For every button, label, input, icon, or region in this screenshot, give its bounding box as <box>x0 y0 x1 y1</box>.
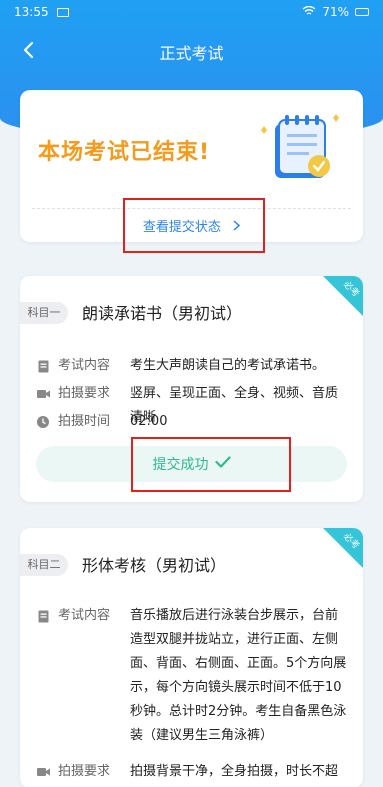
subject-card-2: 科目二 形体考核（男初试） 必考 考试内容 音乐播放后进行泳装台步展示，台前造型… <box>20 528 363 787</box>
clock-icon <box>36 410 50 434</box>
status-bar: 13:55 71% <box>0 0 383 24</box>
chevron-left-icon <box>22 41 34 63</box>
subject-tag: 科目二 <box>20 554 68 576</box>
exam-content-row: 考试内容 音乐播放后进行泳装台步展示，台前造型双腿并拢站立，进行正面、左侧面、背… <box>36 604 349 748</box>
document-icon <box>36 604 50 628</box>
wifi-icon <box>302 5 316 19</box>
row-value: 02:00 <box>130 414 168 429</box>
page-title: 正式考试 <box>159 44 224 63</box>
subject-title: 朗读承诺书（男初试） <box>82 304 243 323</box>
video-icon <box>36 760 50 784</box>
navigation-bar: 正式考试 <box>0 30 383 74</box>
battery-icon <box>355 8 369 16</box>
row-label: 拍摄要求 <box>58 764 111 779</box>
video-icon <box>36 382 50 406</box>
document-illustration-icon <box>257 110 343 186</box>
back-button[interactable] <box>14 38 42 66</box>
battery-percent: 71% <box>322 5 349 19</box>
shooting-requirement-row: 拍摄要求 拍摄背景干净，全身拍摄，时长不超过2 <box>36 760 349 787</box>
exam-ended-text: 本场考试已结束! <box>38 140 211 165</box>
shooting-time-row: 拍摄时间 02:00 <box>36 410 349 434</box>
gallery-icon <box>56 7 69 17</box>
row-value: 考生大声朗读自己的考试承诺书。 <box>130 358 326 373</box>
row-label: 拍摄时间 <box>58 414 111 429</box>
row-value: 拍摄背景干净，全身拍摄，时长不超过2 <box>130 764 339 779</box>
row-label: 考试内容 <box>58 608 111 623</box>
subject-tag: 科目一 <box>20 302 68 324</box>
row-value: 音乐播放后进行泳装台步展示，台前造型双腿并拢站立，进行正面、左侧面、背面、右侧面… <box>130 608 347 743</box>
highlight-box <box>131 437 291 492</box>
exam-content-row: 考试内容 考生大声朗读自己的考试承诺书。 <box>36 354 349 378</box>
document-icon <box>36 354 50 378</box>
status-time: 13:55 <box>14 5 49 19</box>
highlight-box <box>123 198 265 253</box>
row-label: 考试内容 <box>58 358 111 373</box>
subject-title: 形体考核（男初试） <box>82 556 227 575</box>
